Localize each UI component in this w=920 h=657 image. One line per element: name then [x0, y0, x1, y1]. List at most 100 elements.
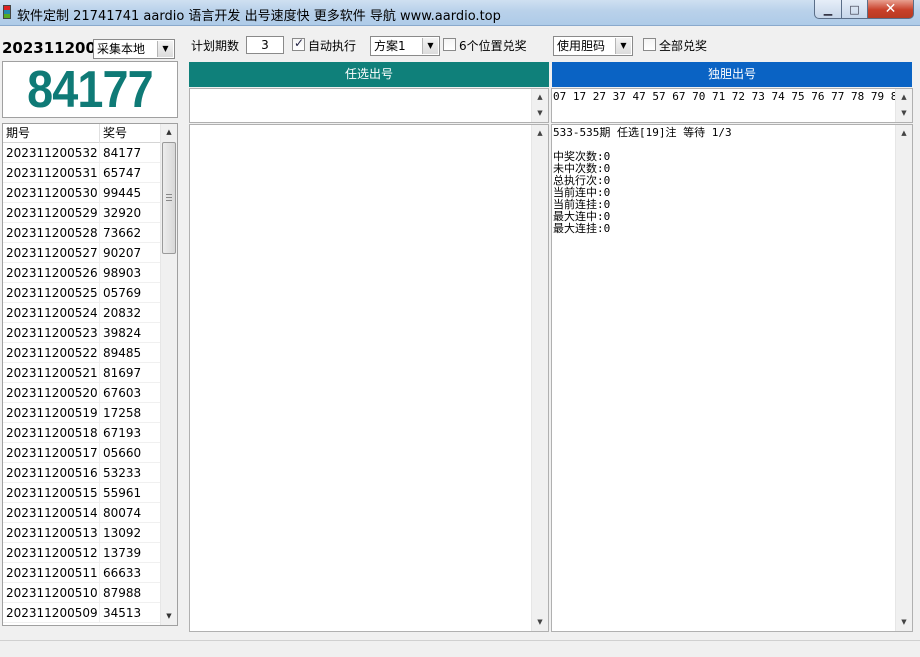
scroll-down-icon[interactable]: ▼ — [896, 614, 912, 631]
row-period: 202311200510 — [3, 583, 100, 602]
scheme-select[interactable]: 方案1 ▼ — [370, 36, 440, 56]
column-header-number[interactable]: 奖号 — [100, 124, 161, 143]
random-result-pane[interactable]: ▲ ▼ — [189, 124, 549, 632]
dan-numbers-scrollbar[interactable]: ▲ ▼ — [895, 89, 912, 122]
grip-icon — [166, 194, 172, 201]
table-row[interactable]: 202311200515 55961 — [3, 483, 161, 503]
scroll-down-icon[interactable]: ▼ — [532, 614, 548, 631]
maximize-icon: □ — [849, 2, 860, 16]
table-row[interactable]: 202311200525 05769 — [3, 283, 161, 303]
scroll-thumb[interactable] — [162, 142, 176, 254]
row-number: 99445 — [103, 186, 142, 200]
dan-pick-header: 独胆出号 — [552, 62, 912, 87]
title-bar: 软件定制 21741741 aardio 语言开发 出号速度快 更多软件 导航 … — [0, 0, 920, 26]
auto-run-label[interactable]: 自动执行 — [308, 38, 356, 54]
row-number: 20832 — [103, 306, 142, 320]
row-period: 202311200523 — [3, 323, 100, 342]
column-header-period[interactable]: 期号 — [3, 124, 100, 143]
scroll-up-icon[interactable]: ▲ — [532, 125, 548, 142]
table-row[interactable]: 202311200524 20832 — [3, 303, 161, 323]
dan-result-text[interactable]: 533-535期 任选[19]注 等待 1/3 中奖次数:0 未中次数:0 总执… — [553, 127, 732, 235]
row-number: 67603 — [103, 386, 142, 400]
table-row[interactable]: 202311200528 73662 — [3, 223, 161, 243]
row-number: 87988 — [103, 586, 142, 600]
dan-numbers-pane[interactable]: 07 17 27 37 47 57 67 70 71 72 73 74 75 7… — [551, 88, 913, 123]
table-row[interactable]: 202311200519 17258 — [3, 403, 161, 423]
table-row[interactable]: 202311200514 80074 — [3, 503, 161, 523]
window-controls: ▁ □ ✕ — [814, 0, 914, 19]
scroll-up-icon[interactable]: ▲ — [532, 89, 548, 106]
table-row[interactable]: 202311200511 66633 — [3, 563, 161, 583]
dan-result-scrollbar[interactable]: ▲ ▼ — [895, 125, 912, 631]
row-period: 202311200527 — [3, 243, 100, 262]
row-number: 80074 — [103, 506, 142, 520]
random-input-pane[interactable]: ▲ ▼ — [189, 88, 549, 123]
row-period: 202311200524 — [3, 303, 100, 322]
dan-select-value: 使用胆码 — [557, 39, 606, 53]
random-input-scrollbar[interactable]: ▲ ▼ — [531, 89, 548, 122]
table-row[interactable]: 202311200509 34513 — [3, 603, 161, 623]
scroll-down-icon[interactable]: ▼ — [896, 105, 912, 122]
scroll-up-icon[interactable]: ▲ — [896, 89, 912, 106]
dan-result-pane[interactable]: 533-535期 任选[19]注 等待 1/3 中奖次数:0 未中次数:0 总执… — [551, 124, 913, 632]
table-row[interactable]: 202311200512 13739 — [3, 543, 161, 563]
plan-periods-input[interactable]: 3 — [246, 36, 284, 54]
row-number: 81697 — [103, 366, 142, 380]
latest-number-display: 84177 — [2, 61, 178, 119]
table-row[interactable]: 202311200516 53233 — [3, 463, 161, 483]
row-period: 202311200532 — [3, 143, 100, 162]
table-row[interactable]: 202311200530 99445 — [3, 183, 161, 203]
table-row[interactable]: 202311200529 32920 — [3, 203, 161, 223]
dan-numbers-text[interactable]: 07 17 27 37 47 57 67 70 71 72 73 74 75 7… — [553, 91, 912, 103]
table-row[interactable]: 202311200532 84177 — [3, 143, 161, 163]
random-result-scrollbar[interactable]: ▲ ▼ — [531, 125, 548, 631]
table-row[interactable]: 202311200513 13092 — [3, 523, 161, 543]
table-row[interactable]: 202311200521 81697 — [3, 363, 161, 383]
table-row[interactable]: 202311200510 87988 — [3, 583, 161, 603]
source-select-value: 采集本地 — [97, 42, 146, 56]
row-period: 202311200515 — [3, 483, 100, 502]
table-row[interactable]: 202311200517 05660 — [3, 443, 161, 463]
source-select[interactable]: 采集本地 ▼ — [93, 39, 175, 59]
scroll-down-icon[interactable]: ▼ — [161, 608, 177, 625]
row-period: 202311200511 — [3, 563, 100, 582]
table-row[interactable]: 202311200523 39824 — [3, 323, 161, 343]
row-number: 73662 — [103, 226, 142, 240]
scheme-select-value: 方案1 — [374, 39, 406, 53]
table-row[interactable]: 202311200520 67603 — [3, 383, 161, 403]
table-row[interactable]: 202311200527 90207 — [3, 243, 161, 263]
minimize-button[interactable]: ▁ — [814, 0, 842, 19]
row-number: 53233 — [103, 466, 142, 480]
close-button[interactable]: ✕ — [868, 0, 914, 19]
auto-run-checkbox[interactable] — [292, 36, 305, 51]
table-row[interactable]: 202311200531 65747 — [3, 163, 161, 183]
row-period: 202311200509 — [3, 603, 100, 622]
six-position-label[interactable]: 6个位置兑奖 — [459, 38, 527, 54]
table-row[interactable]: 202311200518 67193 — [3, 423, 161, 443]
row-period: 202311200514 — [3, 503, 100, 522]
maximize-button[interactable]: □ — [842, 0, 868, 19]
scroll-down-icon[interactable]: ▼ — [532, 105, 548, 122]
row-period: 202311200529 — [3, 203, 100, 222]
row-period: 202311200522 — [3, 343, 100, 362]
table-row[interactable]: 202311200526 98903 — [3, 263, 161, 283]
status-bar — [0, 640, 920, 657]
scroll-up-icon[interactable]: ▲ — [896, 125, 912, 142]
chevron-down-icon: ▼ — [157, 41, 173, 57]
app-icon — [3, 5, 11, 19]
row-number: 65747 — [103, 166, 142, 180]
row-number: 89485 — [103, 346, 142, 360]
row-period: 202311200528 — [3, 223, 100, 242]
dan-select[interactable]: 使用胆码 ▼ — [553, 36, 633, 56]
row-period: 202311200517 — [3, 443, 100, 462]
row-number: 17258 — [103, 406, 142, 420]
row-number: 32920 — [103, 206, 142, 220]
six-position-checkbox[interactable] — [443, 38, 456, 51]
history-list-scrollbar[interactable]: ▲ ▼ — [160, 124, 177, 625]
row-number: 55961 — [103, 486, 142, 500]
all-prize-checkbox[interactable] — [643, 38, 656, 51]
history-list[interactable]: 期号 奖号 202311200532 84177 202311200531 65747… — [2, 123, 178, 626]
scroll-up-icon[interactable]: ▲ — [161, 124, 177, 141]
table-row[interactable]: 202311200522 89485 — [3, 343, 161, 363]
all-prize-label[interactable]: 全部兑奖 — [659, 38, 707, 54]
